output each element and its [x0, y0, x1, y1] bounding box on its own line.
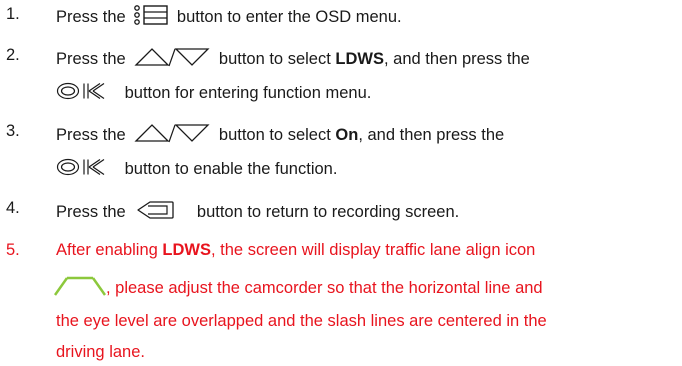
step-5: After enabling LDWS, the screen will dis…	[56, 241, 535, 260]
step-5-bold: LDWS	[162, 241, 211, 259]
step-1-number: 1.	[6, 5, 20, 23]
step-5-number: 5.	[6, 241, 20, 259]
step-2-text-d: button for entering function menu.	[124, 83, 372, 102]
step-2: Press the button to select LDWS, and the…	[56, 46, 530, 73]
ok-icon	[56, 158, 106, 181]
step-2-text-b: button to select	[218, 49, 331, 68]
ok-icon	[56, 82, 106, 105]
step-3-text-b: button to select	[218, 125, 331, 144]
step-2-cont: button for entering function menu.	[56, 82, 371, 105]
step-1-text-a: Press the	[56, 7, 126, 26]
step-3-text-c: , and then press the	[358, 125, 505, 144]
step-3-bold: On	[335, 125, 359, 144]
step-5-cont-3: driving lane.	[56, 343, 145, 361]
step-5-cont-2: the eye level are overlapped and the sla…	[56, 312, 547, 330]
instruction-list: 1. Press the button to enter the OSD men…	[0, 0, 682, 366]
step-5-text-c: , please adjust the camcorder so that th…	[106, 278, 543, 297]
step-2-text-c: , and then press the	[383, 49, 530, 68]
step-1: Press the button to enter the OSD menu.	[56, 5, 402, 30]
step-5-text-b: , the screen will display traffic lane a…	[211, 241, 536, 259]
step-2-number: 2.	[6, 46, 20, 64]
return-icon	[136, 199, 174, 226]
step-4-text-a: Press the	[56, 202, 126, 221]
lane-align-icon	[53, 276, 107, 301]
step-2-text-a: Press the	[56, 49, 126, 68]
step-1-text-b: button to enter the OSD menu.	[176, 7, 402, 26]
step-4-number: 4.	[6, 199, 20, 217]
step-4-text-b: button to return to recording screen.	[196, 202, 460, 221]
step-3-number: 3.	[6, 122, 20, 140]
menu-icon	[134, 5, 168, 30]
step-4: Press the button to return to recording …	[56, 199, 459, 226]
step-3-text-a: Press the	[56, 125, 126, 144]
step-3-cont: button to enable the function.	[56, 158, 337, 181]
up-down-arrow-icons	[134, 46, 210, 73]
up-down-arrow-icons	[134, 122, 210, 149]
step-5-cont-1: , please adjust the camcorder so that th…	[53, 276, 543, 301]
step-2-bold: LDWS	[335, 49, 384, 68]
step-3-text-d: button to enable the function.	[124, 159, 338, 178]
step-3: Press the button to select On, and then …	[56, 122, 504, 149]
step-5-text-a: After enabling	[56, 241, 158, 259]
